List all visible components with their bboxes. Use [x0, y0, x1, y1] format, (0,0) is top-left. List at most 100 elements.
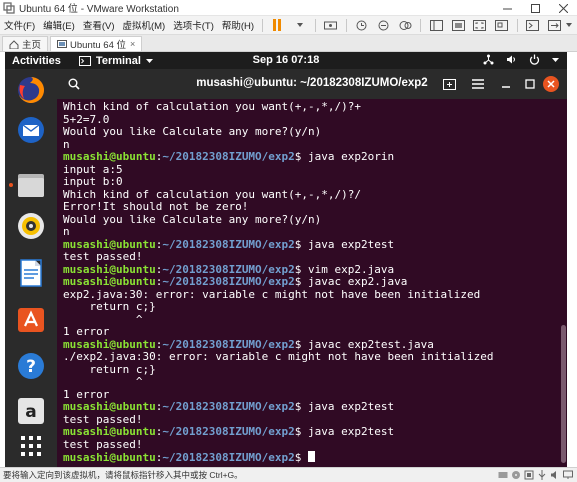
snapshot-manager-button[interactable]	[398, 19, 412, 32]
thumbnail-icon	[451, 19, 465, 31]
volume-icon	[507, 55, 515, 64]
prompt-line: musashi@ubuntu:~/20182308IZUMO/exp2$ jav…	[63, 150, 555, 164]
power-button[interactable]	[271, 19, 285, 32]
app-menu-button[interactable]: Terminal	[78, 55, 153, 67]
prompt-path: ~/20182308IZUMO/exp2	[162, 451, 295, 464]
dock-files[interactable]	[16, 170, 46, 200]
stretch-button[interactable]	[548, 19, 562, 32]
send-ctrl-alt-del-button[interactable]	[324, 19, 338, 32]
output-line: ./exp2.java:30: error: variable c might …	[63, 350, 494, 363]
system-tray[interactable]	[483, 54, 559, 65]
maximize-button[interactable]	[521, 75, 539, 93]
thumbnail-view-button[interactable]	[451, 19, 465, 32]
new-tab-button[interactable]	[440, 75, 458, 93]
menu-file[interactable]: 文件(F)	[0, 18, 39, 32]
cdrom-icon[interactable]	[511, 470, 521, 480]
vmware-statusbar: 要将输入定向到该虚拟机，请将鼠标指针移入其中或按 Ctrl+G。	[0, 467, 577, 482]
tab-home[interactable]: 主页	[2, 36, 49, 51]
close-button[interactable]	[543, 76, 559, 92]
vm-icon	[57, 39, 68, 48]
fullscreen-icon	[473, 19, 487, 31]
command-text: javac exp2.java	[301, 275, 408, 288]
terminal-menu-button[interactable]	[469, 75, 487, 93]
sound-icon[interactable]	[550, 470, 560, 480]
revert-icon	[378, 20, 389, 30]
firefox-icon	[18, 77, 44, 103]
scrollbar[interactable]	[561, 101, 566, 465]
vmware-menubar: 文件(F) 编辑(E) 查看(V) 虚拟机(M) 选项卡(T) 帮助(H)	[0, 16, 577, 35]
dock-rhythmbox[interactable]	[16, 211, 46, 241]
toolbar-divider	[262, 18, 263, 32]
prompt-user: musashi@ubuntu	[63, 400, 156, 413]
tab-ubuntu-vm[interactable]: Ubuntu 64 位 ×	[50, 36, 143, 51]
output-line: test passed!	[63, 437, 143, 451]
terminal-headerbar[interactable]: musashi@ubuntu: ~/20182308IZUMO/exp2	[57, 69, 567, 99]
chevron-down-icon	[566, 23, 573, 27]
dock-writer[interactable]	[16, 258, 46, 288]
minimize-button[interactable]	[497, 75, 515, 93]
menu-tabs[interactable]: 选项卡(T)	[169, 18, 218, 32]
minimize-button[interactable]	[493, 0, 521, 16]
terminal-window[interactable]: musashi@ubuntu: ~/20182308IZUMO/exp2 Whi…	[57, 69, 567, 467]
menu-vm[interactable]: 虚拟机(M)	[118, 18, 169, 32]
close-window-button[interactable]	[549, 0, 577, 16]
hdd-icon[interactable]	[498, 470, 508, 480]
search-button[interactable]	[65, 75, 83, 93]
snapshot-button[interactable]	[355, 19, 369, 32]
chevron-down-icon	[552, 57, 559, 62]
files-icon	[18, 174, 44, 197]
ubuntu-desktop[interactable]: Activities Terminal Sep 16 07:18 ? a mus…	[5, 52, 567, 467]
usb-icon[interactable]	[537, 470, 547, 480]
prompt-user: musashi@ubuntu	[63, 337, 156, 351]
status-message: 要将输入定向到该虚拟机，请将鼠标指针移入其中或按 Ctrl+G。	[3, 470, 243, 480]
activities-button[interactable]: Activities	[12, 55, 61, 67]
terminal-output[interactable]: Which kind of calculation you want(+,-,*…	[63, 101, 555, 465]
tab-close-button[interactable]: ×	[130, 39, 135, 49]
prompt-line: musashi@ubuntu:~/20182308IZUMO/exp2$ jav…	[63, 425, 555, 439]
text-cursor	[308, 451, 316, 462]
sidebar-icon	[429, 19, 443, 31]
revert-snapshot-button[interactable]	[376, 19, 390, 32]
output-line: ^	[63, 375, 143, 388]
full-screen-button[interactable]	[473, 19, 487, 32]
stretch-menu-button[interactable]	[566, 19, 573, 32]
pause-icon	[272, 19, 281, 31]
command-text: java exp2orin	[301, 150, 395, 163]
thunderbird-icon	[18, 117, 44, 143]
prompt-user: musashi@ubuntu	[63, 451, 156, 464]
prompt-path: ~/20182308IZUMO/exp2	[162, 262, 295, 276]
output-line: input b:0	[63, 175, 123, 188]
power-menu-button[interactable]	[293, 19, 307, 32]
display-icon[interactable]	[563, 470, 573, 480]
output-line: Which kind of calculation you want(+,-,*…	[63, 101, 362, 113]
unity-button[interactable]	[495, 19, 509, 32]
network-adapter-icon[interactable]	[524, 470, 534, 480]
amazon-icon: a	[18, 398, 44, 424]
command-text: java exp2test	[301, 425, 395, 438]
snapshot-manager-icon	[399, 20, 412, 30]
toolbar-divider	[420, 18, 422, 32]
prompt-line: musashi@ubuntu:~/20182308IZUMO/exp2$	[63, 451, 555, 464]
menu-view[interactable]: 查看(V)	[79, 18, 119, 32]
rhythmbox-icon	[18, 213, 44, 239]
show-applications-button[interactable]	[16, 431, 46, 461]
command-text: java exp2test	[301, 237, 395, 251]
writer-icon	[20, 259, 42, 287]
window-title: Ubuntu 64 位 - VMware Workstation	[19, 4, 179, 15]
software-icon	[18, 308, 44, 332]
dock-software[interactable]	[16, 304, 46, 334]
console-icon	[526, 19, 540, 31]
menu-help[interactable]: 帮助(H)	[218, 18, 258, 32]
dock: ? a	[5, 69, 57, 467]
dock-help[interactable]: ?	[16, 351, 46, 381]
maximize-button[interactable]	[521, 0, 549, 16]
console-view-button[interactable]	[526, 19, 540, 32]
dock-amazon[interactable]: a	[16, 396, 46, 426]
menu-edit[interactable]: 编辑(E)	[39, 18, 79, 32]
library-view-button[interactable]	[429, 19, 443, 32]
minimize-icon	[502, 86, 510, 88]
dock-firefox[interactable]	[16, 75, 46, 105]
scrollbar-thumb[interactable]	[561, 325, 566, 463]
clock[interactable]: Sep 16 07:18	[253, 54, 320, 66]
dock-thunderbird[interactable]	[16, 115, 46, 145]
